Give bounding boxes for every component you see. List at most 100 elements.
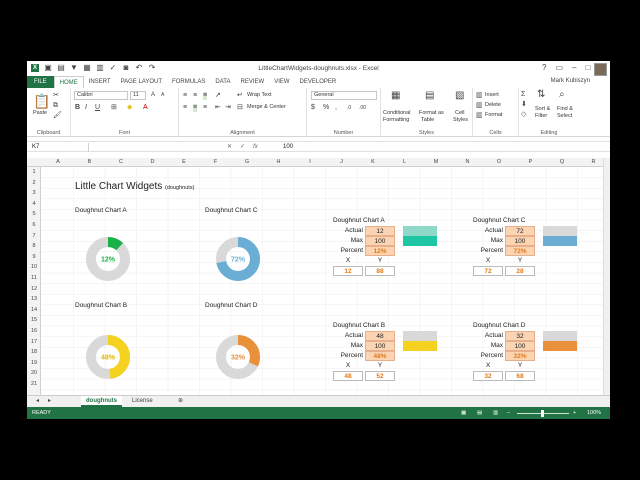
page-layout-view-icon[interactable]: ▤ — [477, 407, 482, 419]
row-header-21[interactable]: 21 — [27, 379, 41, 390]
bold-icon[interactable]: B — [75, 104, 80, 112]
insert-cells-button[interactable]: Insert — [485, 92, 499, 99]
comma-icon[interactable]: , — [335, 104, 337, 112]
decrease-decimal-icon[interactable]: .00 — [359, 104, 366, 112]
max-value-cell[interactable]: 100 — [505, 236, 535, 246]
page-break-view-icon[interactable]: ▥ — [493, 407, 498, 419]
row-header-4[interactable]: 4 — [27, 199, 41, 210]
merge-center-button[interactable]: Merge & Center — [247, 104, 286, 111]
tab-view[interactable]: VIEW — [269, 76, 294, 88]
max-value-cell[interactable]: 100 — [365, 341, 395, 351]
y-value-cell[interactable]: 52 — [365, 371, 395, 381]
shrink-font-icon[interactable]: A — [161, 91, 164, 99]
column-header-h[interactable]: H — [263, 158, 295, 167]
row-header-19[interactable]: 19 — [27, 358, 41, 369]
autosum-icon[interactable]: Σ — [521, 91, 525, 99]
tab-page-layout[interactable]: PAGE LAYOUT — [116, 76, 167, 88]
next-sheet-icon[interactable]: ▸ — [43, 396, 56, 407]
row-header-13[interactable]: 13 — [27, 294, 41, 305]
copy-icon[interactable]: ⧉ — [53, 102, 58, 110]
enter-icon[interactable]: ✓ — [240, 143, 245, 152]
column-header-m[interactable]: M — [420, 158, 452, 167]
borders-icon[interactable]: ⊞ — [111, 104, 117, 112]
y-value-cell[interactable]: 88 — [365, 266, 395, 276]
find-select-icon[interactable]: ⌕ — [559, 90, 565, 100]
max-value-cell[interactable]: 100 — [505, 341, 535, 351]
doughnut-chart-b[interactable]: 48% — [80, 329, 136, 385]
max-value-cell[interactable]: 100 — [365, 236, 395, 246]
normal-view-icon[interactable]: ▦ — [461, 407, 466, 419]
row-header-7[interactable]: 7 — [27, 231, 41, 242]
row-header-16[interactable]: 16 — [27, 326, 41, 337]
percent-value-cell[interactable]: 48% — [365, 351, 395, 361]
fill-color-icon[interactable]: ◆ — [127, 104, 132, 112]
row-header-10[interactable]: 10 — [27, 262, 41, 273]
font-color-icon[interactable]: A — [143, 104, 148, 112]
row-header-18[interactable]: 18 — [27, 347, 41, 358]
row-header-6[interactable]: 6 — [27, 220, 41, 231]
cancel-icon[interactable]: ✕ — [227, 143, 232, 152]
percent-value-cell[interactable]: 12% — [365, 246, 395, 256]
row-header-12[interactable]: 12 — [27, 284, 41, 295]
wrap-text-icon[interactable]: ↵ — [237, 92, 243, 100]
row-header-3[interactable]: 3 — [27, 188, 41, 199]
restore-icon[interactable]: □ — [585, 63, 590, 72]
zoom-out-icon[interactable]: – — [507, 407, 510, 419]
ribbon-display-icon[interactable]: ▭ — [555, 63, 563, 72]
tab-data[interactable]: DATA — [210, 76, 235, 88]
actual-value-cell[interactable]: 72 — [505, 226, 535, 236]
format-painter-icon[interactable]: 🖌 — [53, 112, 62, 120]
font-size-select[interactable]: 11 — [130, 91, 146, 100]
paste-icon[interactable]: 📋 — [33, 94, 50, 108]
conditional-formatting-button[interactable]: Conditional — [383, 110, 411, 117]
row-header-9[interactable]: 9 — [27, 252, 41, 263]
italic-icon[interactable]: I — [85, 104, 87, 112]
color-swatch-2[interactable] — [543, 341, 577, 351]
outdent-icon[interactable]: ⇥ — [225, 104, 231, 112]
column-header-b[interactable]: B — [74, 158, 106, 167]
currency-icon[interactable]: $ — [311, 104, 315, 112]
column-header-c[interactable]: C — [105, 158, 137, 167]
tab-home[interactable]: HOME — [53, 75, 84, 89]
x-value-cell[interactable]: 72 — [473, 266, 503, 276]
color-swatch-2[interactable] — [403, 236, 437, 246]
minimize-icon[interactable]: – — [572, 63, 576, 72]
find-select-button[interactable]: Find & — [557, 106, 573, 113]
color-swatch-2[interactable] — [543, 236, 577, 246]
fx-icon[interactable]: fx — [253, 143, 258, 152]
row-header-14[interactable]: 14 — [27, 305, 41, 316]
doughnut-chart-d[interactable]: 32% — [210, 329, 266, 385]
indent-icon[interactable]: ⇤ — [215, 104, 221, 112]
align-middle-icon[interactable]: ≡ — [193, 92, 197, 100]
sheet-tab-license[interactable]: License — [127, 396, 158, 407]
column-header-o[interactable]: O — [483, 158, 515, 167]
vertical-scrollbar[interactable] — [603, 158, 610, 395]
column-header-a[interactable]: A — [42, 158, 74, 167]
clear-icon[interactable]: ◇ — [521, 111, 526, 119]
row-header-8[interactable]: 8 — [27, 241, 41, 252]
conditional-formatting-icon[interactable]: ▦ — [391, 91, 400, 101]
sheet-tab-doughnuts[interactable]: doughnuts — [81, 396, 122, 407]
percent-value-cell[interactable]: 72% — [505, 246, 535, 256]
increase-decimal-icon[interactable]: .0 — [347, 104, 351, 112]
orientation-icon[interactable]: ↗ — [215, 92, 221, 100]
align-center-icon[interactable]: ≡ — [193, 104, 198, 112]
avatar[interactable] — [594, 63, 607, 76]
y-value-cell[interactable]: 68 — [505, 371, 535, 381]
zoom-level[interactable]: 100% — [587, 407, 601, 419]
row-header-11[interactable]: 11 — [27, 273, 41, 284]
row-header-15[interactable]: 15 — [27, 315, 41, 326]
cell-styles-button[interactable]: Cell — [455, 110, 464, 117]
formula-input[interactable]: 100 — [283, 143, 293, 152]
tab-developer[interactable]: DEVELOPER — [295, 76, 342, 88]
doughnut-chart-c[interactable]: 72% — [210, 231, 266, 287]
align-top-icon[interactable]: ≡ — [183, 92, 187, 100]
user-name[interactable]: Mark Kubiszyn — [551, 78, 590, 84]
zoom-in-icon[interactable]: + — [573, 407, 576, 419]
merge-icon[interactable]: ⊟ — [237, 104, 243, 112]
grow-font-icon[interactable]: A — [151, 91, 155, 99]
column-header-p[interactable]: P — [515, 158, 547, 167]
column-header-i[interactable]: I — [294, 158, 326, 167]
add-sheet-icon[interactable]: ⊕ — [173, 396, 188, 407]
help-icon[interactable]: ? — [542, 63, 546, 72]
